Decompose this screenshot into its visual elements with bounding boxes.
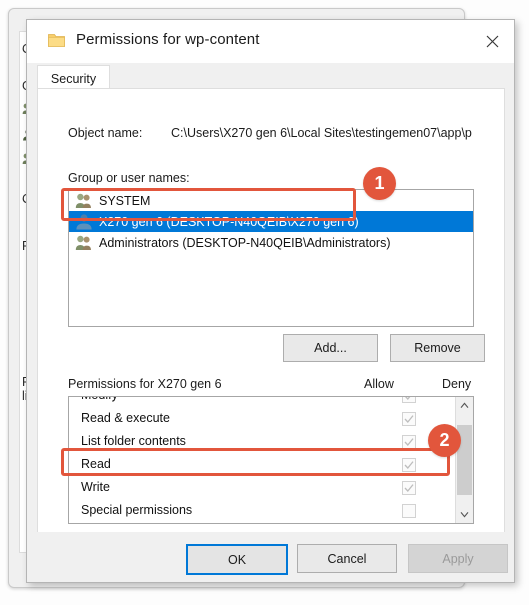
permissions-for-label: Permissions for X270 gen 6 (68, 377, 222, 391)
permission-label: Write (81, 480, 110, 494)
remove-button[interactable]: Remove (390, 334, 485, 362)
close-icon[interactable] (470, 20, 514, 63)
list-item[interactable]: SYSTEM (69, 190, 473, 211)
dialog-titlebar[interactable]: Permissions for wp-content (27, 20, 514, 64)
page-title: Permissions for wp-content (76, 31, 260, 48)
list-item-label: SYSTEM (99, 193, 151, 208)
permission-row-write[interactable]: Write (69, 477, 473, 500)
group-icon (75, 234, 93, 251)
user-icon (75, 213, 93, 230)
list-item-selected[interactable]: X270 gen 6 (DESKTOP-N40QEIB\X270 gen 6) (69, 211, 473, 232)
permission-label: Read & execute (81, 411, 170, 425)
cancel-button[interactable]: Cancel (297, 544, 397, 573)
list-item-label: Administrators (DESKTOP-N40QEIB\Administ… (99, 235, 391, 250)
permissions-dialog[interactable]: Permissions for wp-content Security Obje… (26, 19, 515, 583)
scroll-up-icon[interactable] (456, 397, 473, 414)
allow-checkbox[interactable] (402, 458, 416, 472)
folder-icon (48, 33, 65, 48)
permission-label: Read (81, 457, 111, 471)
ok-button[interactable]: OK (186, 544, 288, 575)
screen: Object name: C:\Users\X270 gen 6\Local S… (0, 0, 529, 605)
annotation-badge-1: 1 (363, 167, 396, 200)
permission-row-modify[interactable]: Modify (69, 397, 473, 408)
annotation-badge-2: 2 (428, 424, 461, 457)
allow-checkbox[interactable] (402, 481, 416, 495)
group-icon (75, 192, 93, 209)
permission-label: List folder contents (81, 434, 186, 448)
list-item-label: X270 gen 6 (DESKTOP-N40QEIB\X270 gen 6) (99, 214, 359, 229)
permission-row-read[interactable]: Read (69, 454, 473, 477)
apply-button: Apply (408, 544, 508, 573)
allow-checkbox[interactable] (402, 397, 416, 403)
permission-row-list-folder-contents[interactable]: List folder contents (69, 431, 473, 454)
add-button[interactable]: Add... (283, 334, 378, 362)
permissions-scrollbar[interactable] (455, 397, 473, 523)
tabstrip: Security (27, 63, 514, 91)
deny-column-header: Deny (442, 377, 472, 391)
group-user-listbox[interactable]: SYSTEM X270 gen 6 (DESKTOP-N40QEIB\X270 … (68, 189, 474, 327)
object-name-label: Object name: (68, 126, 143, 140)
permissions-listbox[interactable]: Modify Read & execute List folder conten… (68, 396, 474, 524)
dialog-footer: OK Cancel Apply (27, 532, 514, 582)
list-item[interactable]: Administrators (DESKTOP-N40QEIB\Administ… (69, 232, 473, 253)
allow-checkbox[interactable] (402, 435, 416, 449)
security-tab-page: Object name: C:\Users\X270 gen 6\Local S… (37, 88, 505, 534)
allow-column-header: Allow (364, 377, 394, 391)
group-or-user-names-label: Group or user names: (68, 171, 190, 185)
permission-row-special-permissions[interactable]: Special permissions (69, 500, 473, 523)
allow-checkbox[interactable] (402, 412, 416, 426)
scroll-down-icon[interactable] (456, 506, 473, 523)
permission-row-read-execute[interactable]: Read & execute (69, 408, 473, 431)
object-name-value: C:\Users\X270 gen 6\Local Sites\testinge… (171, 126, 472, 140)
permission-label: Special permissions (81, 503, 193, 517)
allow-checkbox (402, 504, 416, 518)
permission-label: Modify (81, 397, 118, 402)
